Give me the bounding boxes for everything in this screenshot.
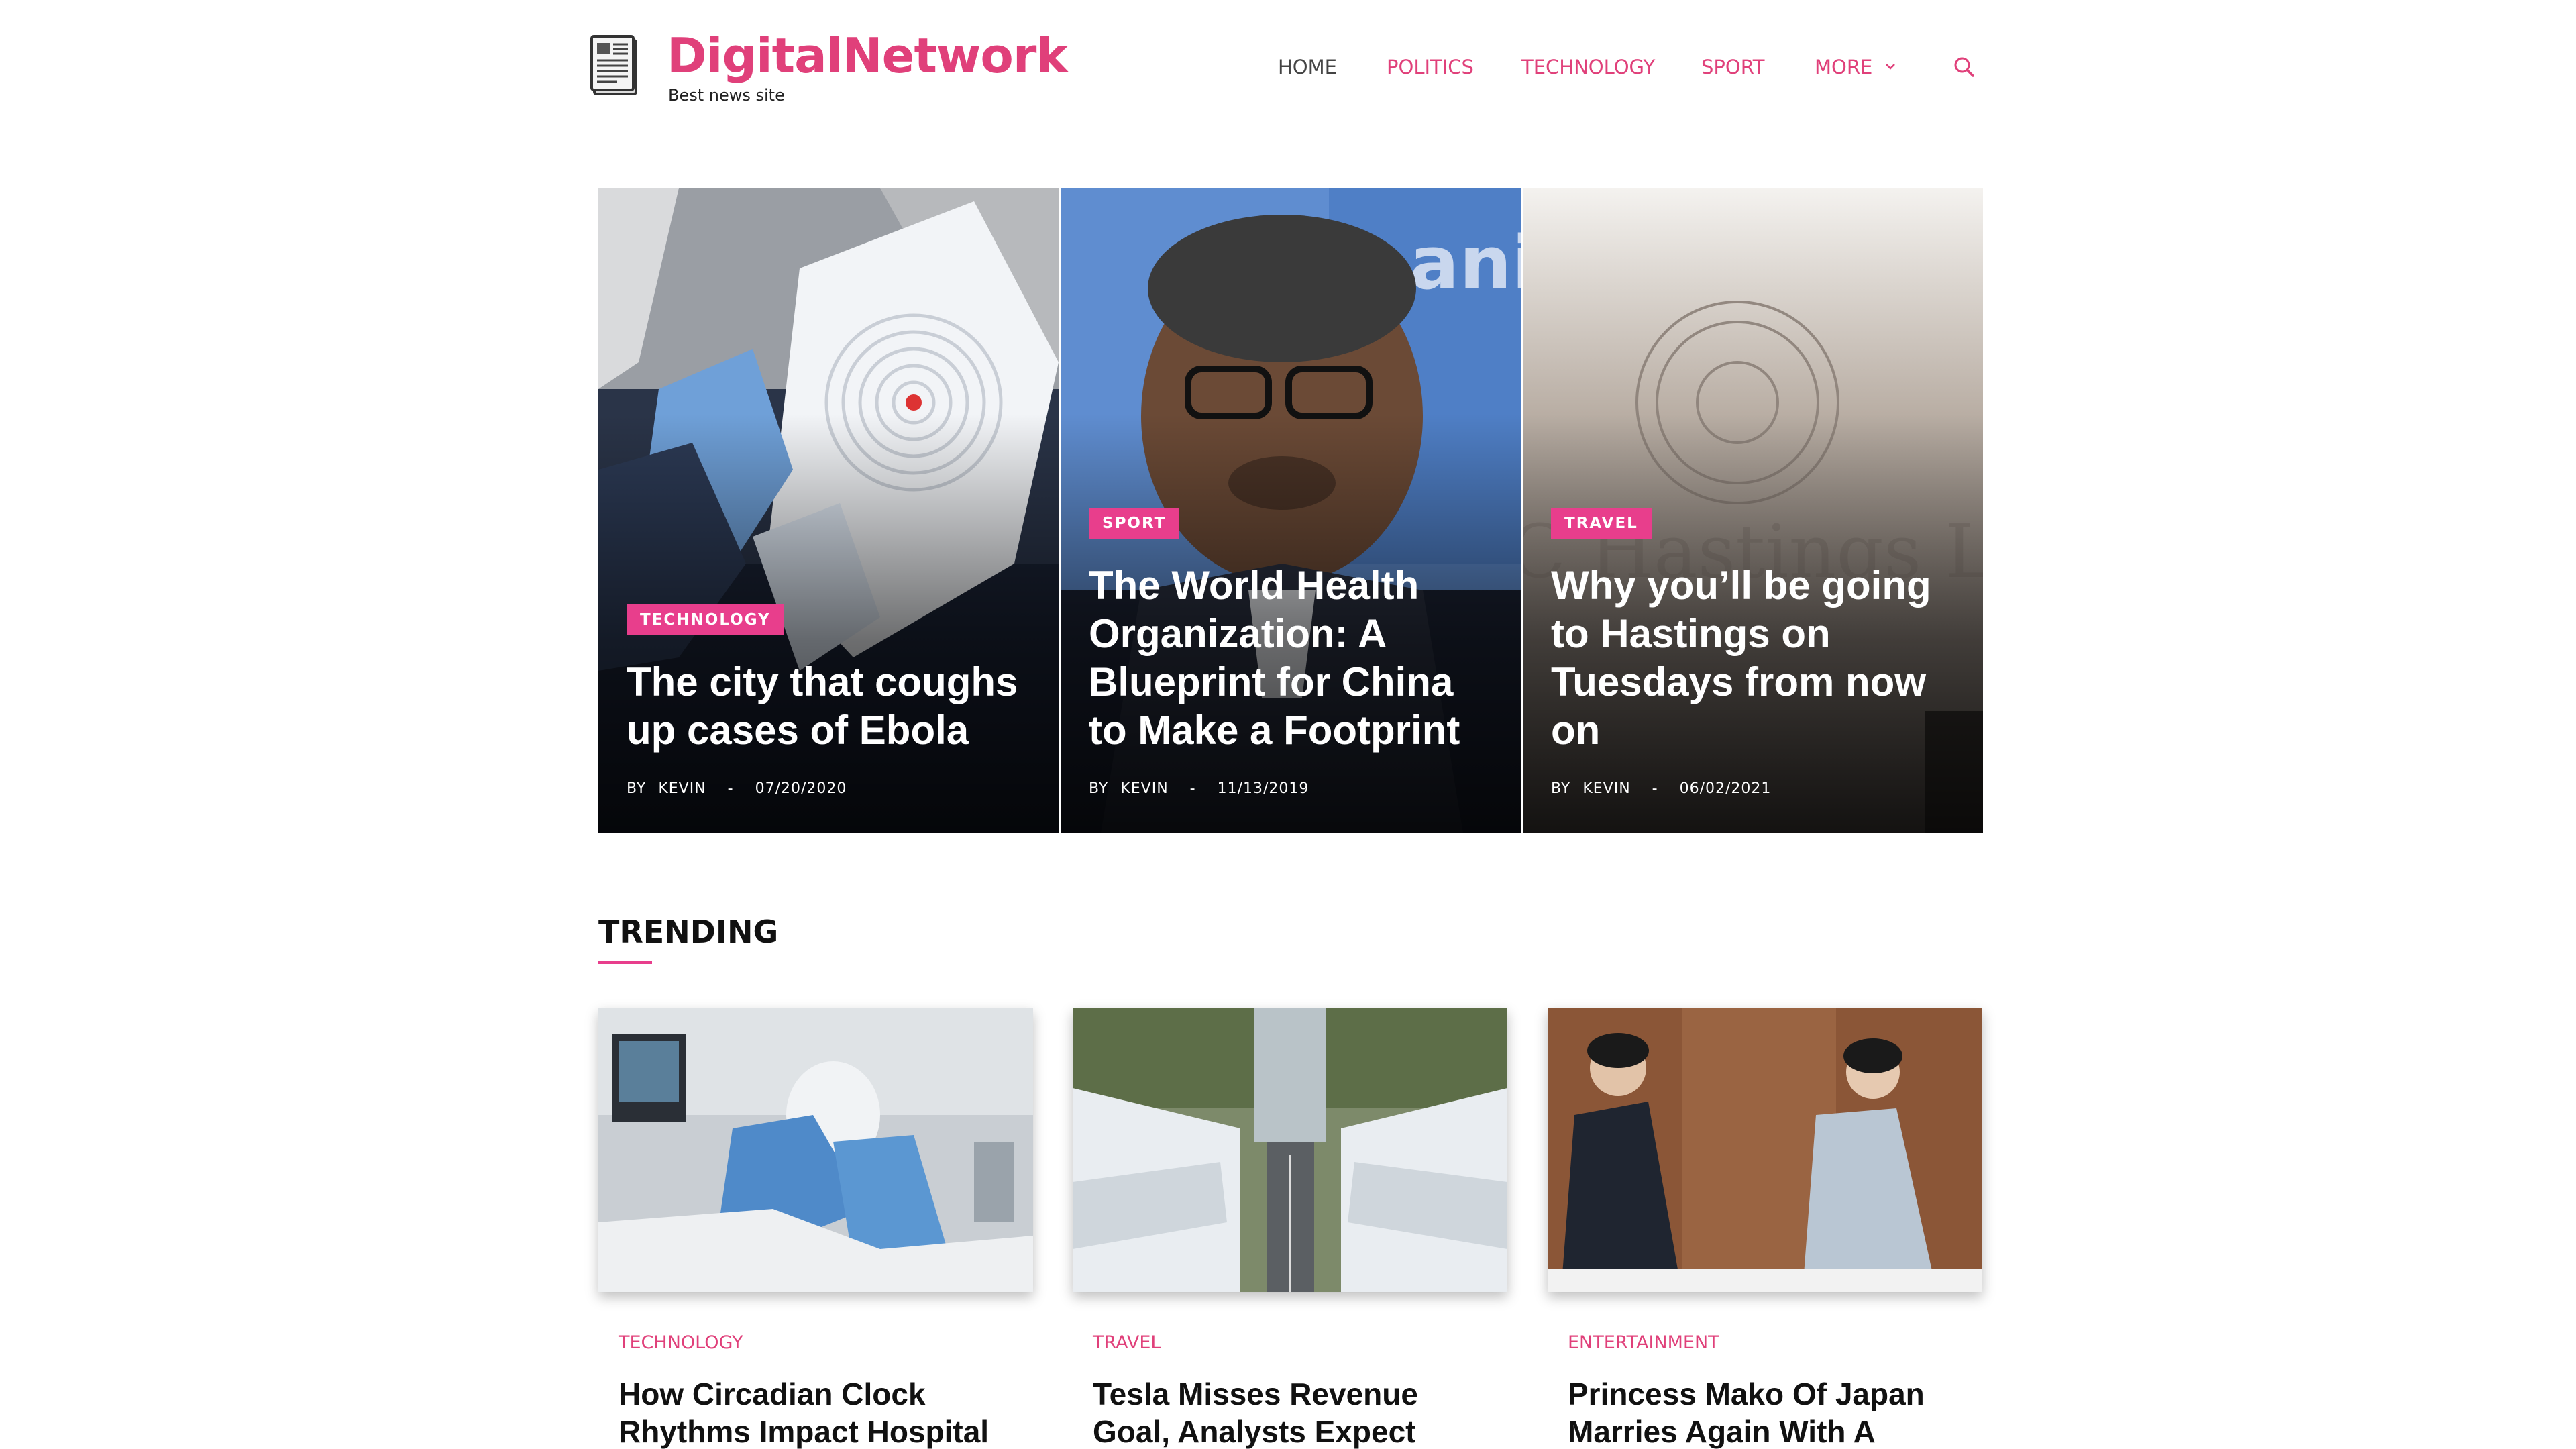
nav-item-sport[interactable]: SPORT [1701,54,1764,80]
hero-grid: TECHNOLOGY The city that coughs up cases… [598,188,1983,833]
trending-title[interactable]: Princess Mako Of Japan Marries Again Wit… [1568,1375,1970,1449]
trending-heading: TRENDING [598,914,779,950]
meta-separator: - [1652,780,1658,797]
category-badge[interactable]: TRAVEL [1551,508,1652,539]
trending-card-mako[interactable]: ENTERTAINMENT Princess Mako Of Japan Mar… [1548,1008,1982,1449]
by-label: BY [627,780,647,797]
post-meta: BY KEVIN - 06/02/2021 [1551,780,1959,797]
hero-card-hastings[interactable]: C Hastings La TRAVEL Why you’ll be going… [1523,188,1983,833]
heading-underline [598,961,652,964]
hero-title[interactable]: The World Health Organization: A Bluepri… [1089,561,1497,755]
hero-card-who[interactable]: ani SPORT The World Health Organization:… [1061,188,1521,833]
trending-title[interactable]: How Circadian Clock Rhythms Impact Hospi… [619,1375,1021,1449]
by-label: BY [1089,780,1109,797]
nav-item-politics[interactable]: POLITICS [1387,54,1474,80]
author-link[interactable]: KEVIN [1582,780,1630,797]
nav-item-more[interactable]: MORE [1815,54,1872,80]
post-meta: BY KEVIN - 07/20/2020 [627,780,1034,797]
hero-card-ebola[interactable]: TECHNOLOGY The city that coughs up cases… [598,188,1059,833]
meta-separator: - [1189,780,1196,797]
category-badge[interactable]: SPORT [1089,508,1180,539]
hero-content: TRAVEL Why you’ll be going to Hastings o… [1551,508,1959,797]
search-icon[interactable] [1952,55,1976,79]
site-header: DigitalNetwork Best news site HOME POLIT… [0,0,2576,134]
trending-category[interactable]: TRAVEL [1093,1332,1161,1353]
chevron-down-icon[interactable] [1882,58,1899,75]
hero-title[interactable]: Why you’ll be going to Hastings on Tuesd… [1551,561,1959,755]
main-nav: HOME POLITICS TECHNOLOGY SPORT MORE [0,54,2576,80]
post-date: 11/13/2019 [1217,780,1309,797]
category-badge[interactable]: TECHNOLOGY [627,604,784,635]
trending-category[interactable]: ENTERTAINMENT [1568,1332,1719,1353]
site-tagline: Best news site [668,86,785,105]
hero-content: SPORT The World Health Organization: A B… [1089,508,1497,797]
meta-separator: - [727,780,734,797]
hero-title[interactable]: The city that coughs up cases of Ebola [627,658,1034,755]
post-date: 06/02/2021 [1679,780,1772,797]
author-link[interactable]: KEVIN [658,780,706,797]
trending-image [1073,1008,1507,1292]
trending-card-tesla[interactable]: TRAVEL Tesla Misses Revenue Goal, Analys… [1073,1008,1507,1449]
post-date: 07/20/2020 [755,780,847,797]
trending-image [1548,1008,1982,1292]
author-link[interactable]: KEVIN [1120,780,1168,797]
nav-item-technology[interactable]: TECHNOLOGY [1521,54,1655,80]
nav-item-home[interactable]: HOME [1278,54,1337,80]
trending-title[interactable]: Tesla Misses Revenue Goal, Analysts Expe… [1093,1375,1495,1449]
trending-image [598,1008,1033,1292]
trending-category[interactable]: TECHNOLOGY [619,1332,743,1353]
hero-content: TECHNOLOGY The city that coughs up cases… [627,604,1034,797]
post-meta: BY KEVIN - 11/13/2019 [1089,780,1497,797]
by-label: BY [1551,780,1571,797]
trending-card-circadian[interactable]: TECHNOLOGY How Circadian Clock Rhythms I… [598,1008,1033,1449]
